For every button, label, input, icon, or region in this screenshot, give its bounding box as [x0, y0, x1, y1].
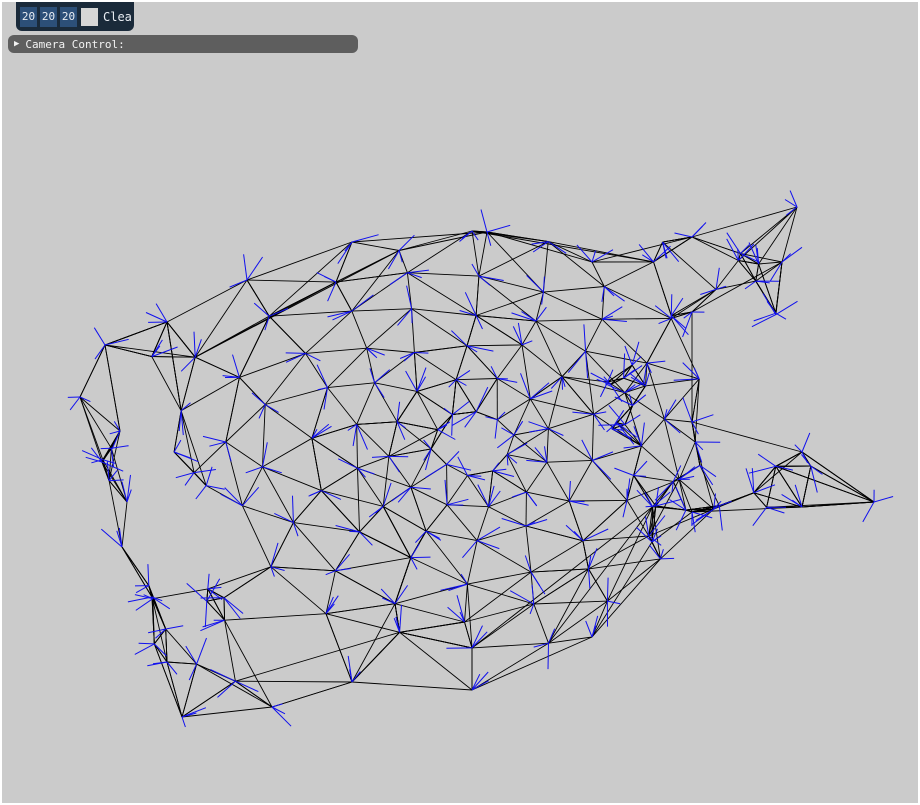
- camera-control-header[interactable]: ▶ Camera Control:: [8, 35, 358, 53]
- red-value-field[interactable]: 20: [20, 6, 37, 27]
- color-swatch[interactable]: [81, 7, 98, 26]
- mesh-edges: [79, 206, 875, 718]
- 3d-viewport[interactable]: [2, 2, 918, 803]
- clear-color-toolbar: 20 20 20 Clear: [16, 2, 134, 31]
- clear-button[interactable]: Clear: [103, 10, 133, 24]
- expand-arrow-icon[interactable]: ▶: [14, 39, 19, 49]
- camera-control-label: Camera Control:: [25, 37, 125, 51]
- blue-value-field[interactable]: 20: [60, 6, 77, 27]
- wireframe-mesh: [67, 190, 894, 728]
- green-value-field[interactable]: 20: [40, 6, 57, 27]
